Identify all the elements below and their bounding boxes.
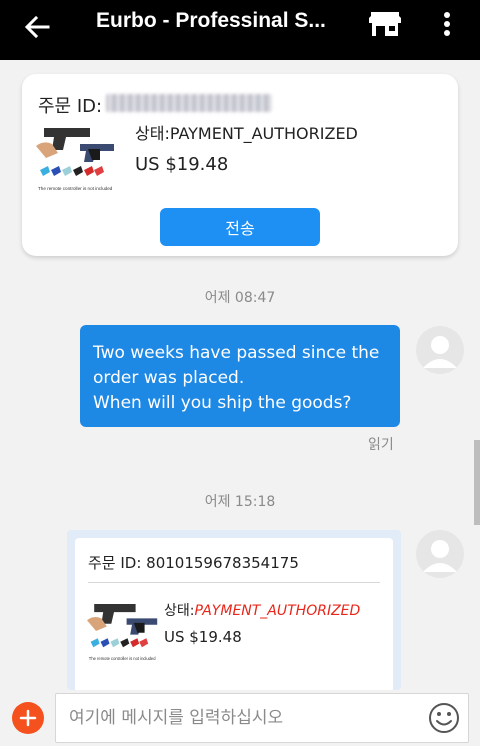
scrollbar[interactable] bbox=[474, 440, 480, 525]
outgoing-order-message[interactable]: 주문 ID: 8010159678354175 The remote contr… bbox=[67, 530, 401, 698]
plus-icon bbox=[19, 709, 37, 727]
order-price: US $19.48 bbox=[164, 628, 242, 646]
product-image[interactable]: The remote controller is not included bbox=[87, 594, 159, 668]
message-line: When will you ship the goods? bbox=[93, 393, 352, 413]
toy-gun-image: The remote controller is not included bbox=[36, 128, 114, 191]
add-attachment-button[interactable] bbox=[12, 702, 44, 734]
chat-title: Eurbo - Professinal S... bbox=[96, 9, 326, 32]
order-id-masked-value bbox=[106, 94, 272, 112]
arrow-left-icon bbox=[24, 15, 50, 39]
message-timestamp: 어제 15:18 bbox=[204, 494, 276, 510]
order-status: 상태:PAYMENT_AUTHORIZED bbox=[135, 124, 358, 143]
product-image-caption: The remote controller is not included bbox=[38, 186, 113, 191]
divider bbox=[88, 582, 380, 583]
product-image-caption: The remote controller is not included bbox=[89, 656, 156, 661]
send-button[interactable]: 전송 bbox=[160, 208, 320, 246]
toy-gun-image: The remote controller is not included bbox=[87, 604, 158, 661]
order-message-card: 주문 ID: 8010159678354175 The remote contr… bbox=[75, 538, 393, 698]
message-input[interactable] bbox=[55, 693, 469, 743]
order-status: 상태:PAYMENT_AUTHORIZED bbox=[164, 600, 360, 620]
message-timestamp: 어제 08:47 bbox=[204, 290, 276, 306]
order-price: US $19.48 bbox=[135, 154, 229, 175]
smiley-icon bbox=[429, 703, 459, 733]
top-bar: Eurbo - Professinal S... bbox=[0, 0, 480, 60]
user-icon bbox=[423, 540, 457, 572]
message-line: order was placed. bbox=[93, 368, 245, 388]
product-image[interactable]: The remote controller is not included bbox=[36, 120, 116, 196]
order-id: 주문 ID: 8010159678354175 bbox=[88, 554, 299, 572]
read-status: 읽기 bbox=[368, 437, 394, 453]
message-line: Two weeks have passed since the bbox=[93, 343, 380, 363]
more-button[interactable] bbox=[437, 9, 457, 39]
avatar[interactable] bbox=[416, 530, 464, 578]
store-icon bbox=[369, 12, 401, 36]
emoji-button[interactable] bbox=[428, 702, 460, 734]
message-input-bar bbox=[0, 690, 480, 746]
outgoing-message-bubble[interactable]: Two weeks have passed since the order wa… bbox=[80, 325, 400, 427]
order-id-label: 주문 ID: bbox=[38, 96, 103, 117]
order-status-value: PAYMENT_AUTHORIZED bbox=[194, 603, 361, 619]
back-button[interactable] bbox=[22, 12, 52, 42]
order-card: 주문 ID: The remote controller is not incl… bbox=[22, 74, 458, 256]
store-button[interactable] bbox=[368, 9, 402, 39]
order-status-label: 상태: bbox=[164, 603, 195, 619]
avatar[interactable] bbox=[416, 326, 464, 374]
user-icon bbox=[423, 336, 457, 368]
more-vertical-icon bbox=[444, 12, 450, 36]
